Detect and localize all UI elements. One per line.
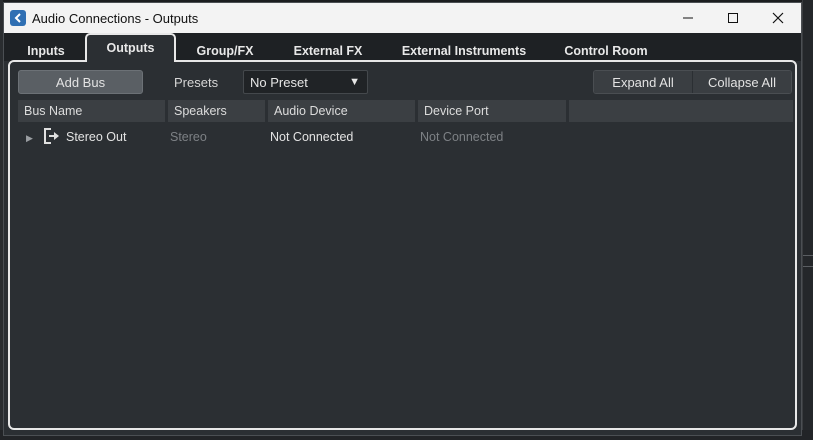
expand-triangle-icon[interactable]: ▶ <box>26 133 33 144</box>
maximize-icon <box>728 13 738 23</box>
device-port-cell[interactable]: Not Connected <box>420 130 503 144</box>
dropdown-arrow-icon: ▼ <box>349 76 360 88</box>
tab-inputs[interactable]: Inputs <box>10 33 82 61</box>
expand-all-button[interactable]: Expand All <box>594 71 692 93</box>
background-app-panel <box>802 0 813 440</box>
collapse-all-button[interactable]: Collapse All <box>692 71 791 93</box>
minimize-button[interactable] <box>665 3 711 33</box>
tab-control-room[interactable]: Control Room <box>546 33 666 61</box>
window-title: Audio Connections - Outputs <box>32 11 199 26</box>
close-button[interactable] <box>755 3 801 33</box>
table-row[interactable]: ▶ Stereo Out Stereo Not Connected Not Co… <box>18 127 793 149</box>
tab-external-fx[interactable]: External FX <box>274 33 382 61</box>
tab-group-fx[interactable]: Group/FX <box>180 33 270 61</box>
close-icon <box>772 12 784 24</box>
minimize-icon <box>683 17 693 19</box>
speakers-cell: Stereo <box>170 130 207 144</box>
column-header-speakers[interactable]: Speakers <box>168 100 265 122</box>
add-bus-button[interactable]: Add Bus <box>18 70 143 94</box>
table-header: Bus Name Speakers Audio Device Device Po… <box>18 100 793 122</box>
tab-external-instruments[interactable]: External Instruments <box>386 33 542 61</box>
column-header-device-port[interactable]: Device Port <box>418 100 566 122</box>
column-header-empty <box>569 100 793 122</box>
outputs-panel: Add Bus Presets No Preset ▼ Expand All C… <box>8 60 797 430</box>
bus-name-cell: Stereo Out <box>66 130 127 144</box>
preset-select-value: No Preset <box>250 74 308 90</box>
tab-bar: Inputs Outputs Group/FX External FX Exte… <box>4 33 801 62</box>
tab-outputs[interactable]: Outputs <box>85 33 176 62</box>
audio-connections-window: Audio Connections - Outputs Inputs Outpu… <box>3 2 802 436</box>
column-header-bus-name[interactable]: Bus Name <box>18 100 165 122</box>
title-bar[interactable]: Audio Connections - Outputs <box>4 3 801 33</box>
output-bus-icon <box>43 128 61 147</box>
preset-select[interactable]: No Preset ▼ <box>243 70 368 94</box>
presets-label: Presets <box>174 75 219 90</box>
cubase-app-icon <box>10 10 26 26</box>
expand-collapse-group: Expand All Collapse All <box>593 70 792 94</box>
column-header-audio-device[interactable]: Audio Device <box>268 100 415 122</box>
maximize-button[interactable] <box>710 3 756 33</box>
audio-device-cell[interactable]: Not Connected <box>270 130 353 144</box>
